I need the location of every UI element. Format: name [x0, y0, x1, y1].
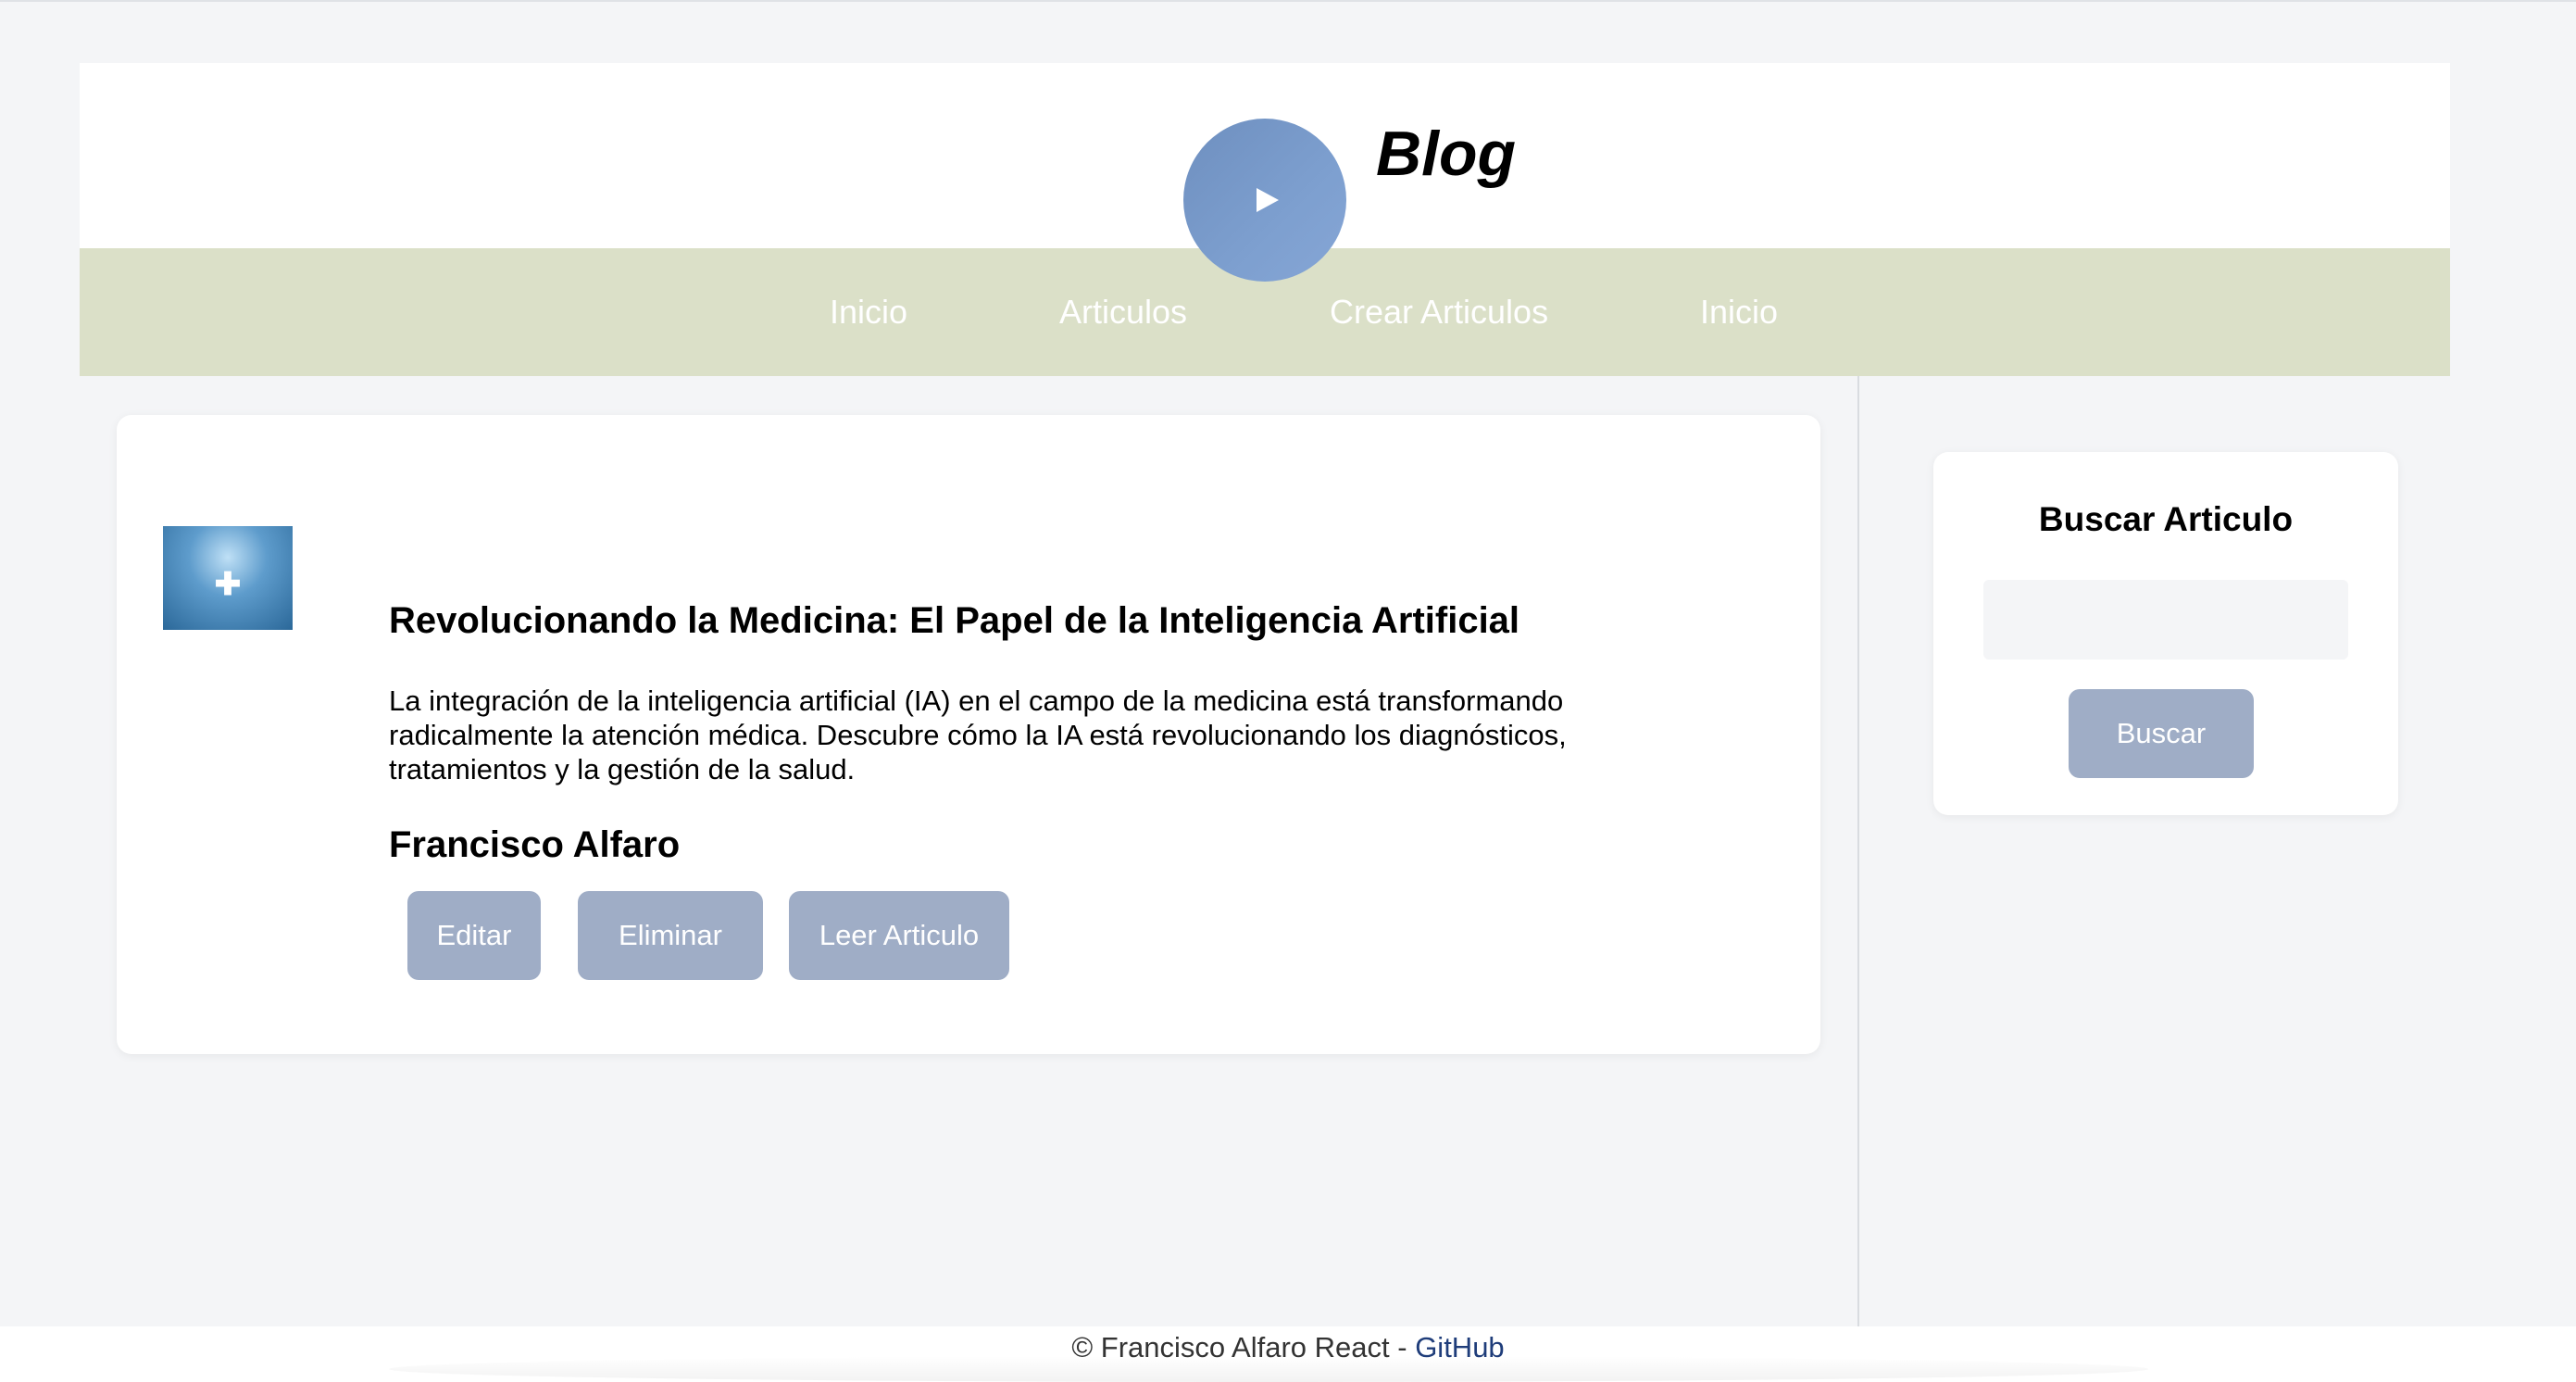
article-description: La integración de la inteligencia artifi…: [389, 685, 1567, 785]
medical-cross-icon: ✚: [214, 567, 242, 602]
edit-button[interactable]: Editar: [407, 891, 541, 980]
article-card: ✚ Revolucionando la Medicina: El Papel d…: [117, 415, 1820, 1054]
article-title: Revolucionando la Medicina: El Papel de …: [389, 600, 1520, 641]
nav-item-inicio-2[interactable]: Inicio: [1700, 248, 1778, 376]
search-input[interactable]: [1983, 580, 2348, 660]
search-title: Buscar Articulo: [2038, 500, 2294, 538]
github-link[interactable]: GitHub: [1415, 1331, 1504, 1363]
site-header: Blog Inicio Articulos Crear Articulos In…: [80, 63, 2450, 376]
nav-item-articulos[interactable]: Articulos: [1059, 248, 1187, 376]
article-author: Francisco Alfaro: [389, 824, 681, 865]
footer: © Francisco Alfaro React - GitHub: [0, 1326, 2576, 1382]
play-icon: [1257, 188, 1279, 212]
logo[interactable]: [1183, 119, 1346, 282]
footer-text: © Francisco Alfaro React -: [1071, 1331, 1416, 1363]
article-image: ✚: [163, 526, 293, 630]
search-card: Buscar Articulo Buscar: [1933, 452, 2398, 815]
nav-item-inicio[interactable]: Inicio: [830, 248, 907, 376]
delete-button[interactable]: Eliminar: [578, 891, 763, 980]
search-button[interactable]: Buscar: [2069, 689, 2254, 778]
site-title[interactable]: Blog: [1376, 117, 1516, 193]
read-article-button[interactable]: Leer Articulo: [789, 891, 1009, 980]
main-content: ✚ Revolucionando la Medicina: El Papel d…: [0, 376, 1859, 1326]
nav-item-crear-articulos[interactable]: Crear Articulos: [1330, 248, 1548, 376]
